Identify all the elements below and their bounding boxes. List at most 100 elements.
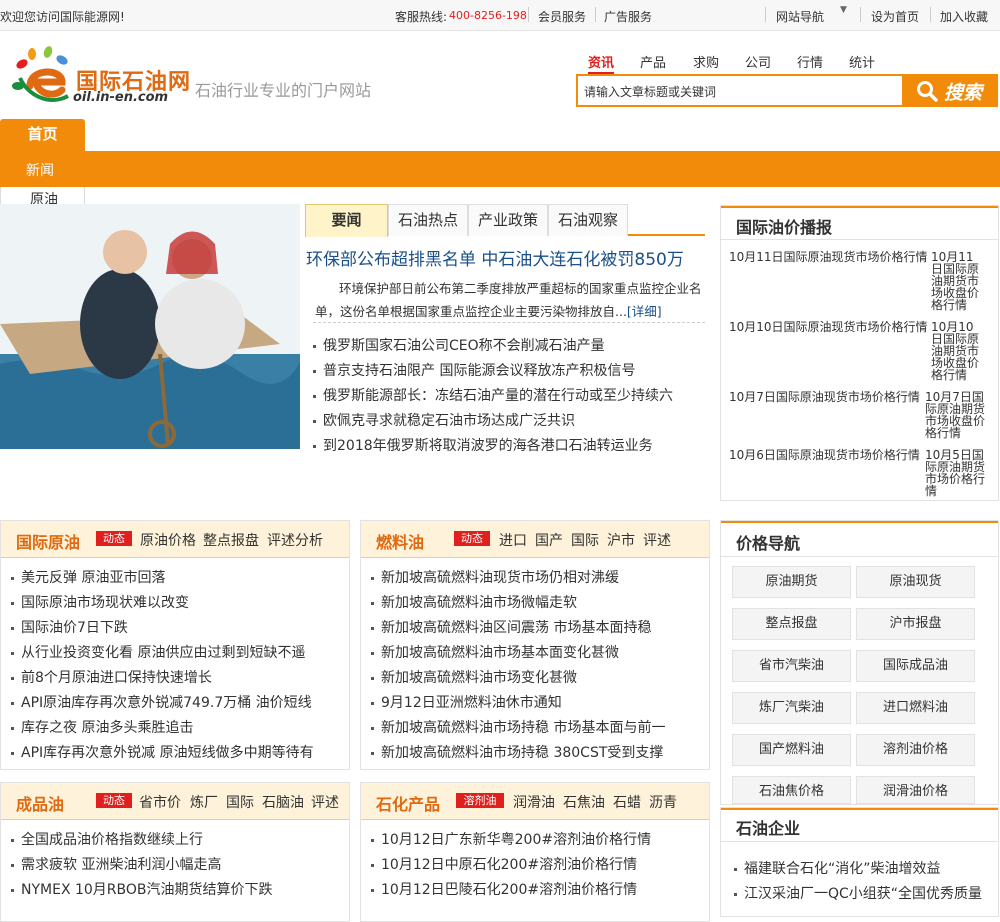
headline-title[interactable]: 环保部公布超排黑名单 中石油大连石化被罚850万 [306, 245, 684, 270]
fuel-item[interactable]: 新加坡高硫燃料油市场微幅走软 [371, 592, 577, 612]
fuel-item[interactable]: 新加坡高硫燃料油现货市场仍相对沸缓 [371, 567, 619, 587]
crude-link-review[interactable]: 评述分析 [267, 530, 323, 550]
search-tab-market[interactable]: 行情 [797, 52, 823, 71]
search-tab-news[interactable]: 资讯 [588, 52, 615, 74]
fuel-item[interactable]: 新加坡高硫燃料油市场变化甚微 [371, 667, 577, 687]
refined-title[interactable]: 成品油 [16, 791, 64, 815]
petrochem-item[interactable]: 10月12日广东新华粤200#溶剂油价格行情 [371, 829, 651, 849]
oil-price-left-2[interactable]: 10月7日国际原油现货市场价格行情 [729, 391, 929, 403]
refined-link-refinery[interactable]: 炼厂 [190, 792, 218, 812]
crude-link-price[interactable]: 原油价格 [140, 530, 196, 550]
fuel-link-import[interactable]: 进口 [499, 530, 527, 550]
nav-tab-home[interactable]: 首页 [0, 119, 85, 152]
price-btn-hourly[interactable]: 整点报盘 [732, 608, 851, 640]
tab-observe[interactable]: 石油观察 [548, 204, 628, 236]
headline-item[interactable]: 欧佩克寻求就稳定石油市场达成广泛共识 [313, 410, 575, 430]
crude-item[interactable]: 从行业投资变化看 原油供应由过剩到短缺不遥 [11, 642, 305, 662]
company-item[interactable]: 江汉采油厂一QC小组获“全国优秀质量 [734, 883, 996, 903]
chevron-down-icon[interactable]: ▼ [840, 5, 847, 15]
crude-link-quote[interactable]: 整点报盘 [203, 530, 259, 550]
petrochem-link-tar[interactable]: 石焦油 [563, 792, 605, 812]
fuel-item[interactable]: 新加坡高硫燃料油区间震荡 市场基本面持稳 [371, 617, 651, 637]
member-service-link[interactable]: 会员服务 [538, 8, 586, 25]
oil-price-left-1[interactable]: 10月10日国际原油现货市场价格行情 [729, 321, 929, 333]
search-input[interactable]: 请输入文章标题或关键词 [576, 74, 904, 107]
crude-item-text: 从行业投资变化看 原油供应由过剩到短缺不遥 [21, 645, 306, 661]
company-item[interactable]: 福建联合石化“消化”柴油增效益 [734, 858, 941, 878]
crude-item[interactable]: 库存之夜 原油多头乘胜追击 [11, 717, 193, 737]
price-btn-domestic-fuel[interactable]: 国产燃料油 [732, 734, 851, 766]
fuel-link-domestic[interactable]: 国产 [535, 530, 563, 550]
price-btn-crude-futures[interactable]: 原油期货 [732, 566, 851, 598]
site-nav-link[interactable]: 网站导航 [776, 8, 824, 25]
oil-price-right-2[interactable]: 10月7日国际原油期货市场收盘价格行情 [925, 391, 989, 439]
crude-item[interactable]: 国际油价7日下跌 [11, 617, 128, 637]
price-btn-lubricant[interactable]: 润滑油价格 [856, 776, 975, 804]
read-more-link[interactable]: [详细] [627, 304, 662, 319]
headline-item[interactable]: 普京支持石油限产 国际能源会议释放冻产积极信号 [313, 360, 635, 380]
crude-title[interactable]: 国际原油 [16, 529, 80, 553]
refined-link-province[interactable]: 省市价 [139, 792, 181, 812]
petrochem-link-wax[interactable]: 石蜡 [613, 792, 641, 812]
price-btn-import-fuel[interactable]: 进口燃料油 [856, 692, 975, 724]
fuel-link-sh[interactable]: 沪市 [607, 530, 635, 550]
petrochem-item[interactable]: 10月12日巴陵石化200#溶剂油价格行情 [371, 879, 637, 899]
fuel-link-intl[interactable]: 国际 [571, 530, 599, 550]
oil-price-right-3[interactable]: 10月5日国际原油期货市场价格行情 [925, 449, 989, 497]
oil-price-right-0[interactable]: 10月11日国际原油期货市场收盘价格行情 [931, 251, 985, 311]
oil-price-left-0[interactable]: 10月11日国际原油现货市场价格行情 [729, 251, 929, 263]
fuel-item[interactable]: 新加坡高硫燃料油市场基本面变化甚微 [371, 642, 619, 662]
search-tab-purchase[interactable]: 求购 [693, 52, 719, 71]
petrochem-link-asphalt[interactable]: 沥青 [649, 792, 677, 812]
oil-price-right-1[interactable]: 10月10日国际原油期货市场收盘价格行情 [931, 321, 985, 381]
fuel-item-text: 9月12日亚洲燃料油休市通知 [381, 695, 562, 711]
refined-link-naphtha[interactable]: 石脑油 [262, 792, 304, 812]
fuel-item[interactable]: 9月12日亚洲燃料油休市通知 [371, 692, 562, 712]
headline-item[interactable]: 俄罗斯能源部长：冻结石油产量的潜在行动或至少持续六 [313, 385, 673, 405]
search-tab-company[interactable]: 公司 [745, 52, 771, 71]
tab-policy[interactable]: 产业政策 [468, 204, 548, 236]
price-nav-panel: 价格导航 原油期货 原油现货 整点报盘 沪市报盘 省市汽柴油 国际成品油 炼厂汽… [720, 520, 999, 805]
price-btn-intl-refined[interactable]: 国际成品油 [856, 650, 975, 682]
refined-item[interactable]: NYMEX 10月RBOB汽油期货结算价下跌 [11, 879, 273, 899]
headline-image[interactable] [0, 204, 300, 449]
site-slogan: 石油行业专业的门户网站 [195, 81, 372, 100]
tab-hot[interactable]: 石油热点 [388, 204, 468, 236]
refined-item[interactable]: 需求疲软 亚洲柴油利润小幅走高 [11, 854, 221, 874]
headline-item[interactable]: 到2018年俄罗斯将取消波罗的海各港口石油转运业务 [313, 435, 653, 455]
refined-link-review[interactable]: 评述 [311, 792, 339, 812]
refined-item[interactable]: 全国成品油价格指数继续上行 [11, 829, 203, 849]
ad-service-link[interactable]: 广告服务 [604, 8, 652, 25]
price-btn-coke[interactable]: 石油焦价格 [732, 776, 851, 804]
fuel-link-review[interactable]: 评述 [643, 530, 671, 550]
petrochem-link-lube[interactable]: 润滑油 [513, 792, 555, 812]
set-home-link[interactable]: 设为首页 [871, 8, 919, 25]
fuel-item[interactable]: 新加坡高硫燃料油市场持稳 市场基本面与前一 [371, 717, 701, 737]
crude-item[interactable]: 前8个月原油进口保持快速增长 [11, 667, 212, 687]
search-tab-products[interactable]: 产品 [640, 52, 666, 71]
headline-item[interactable]: 俄罗斯国家石油公司CEO称不会削减石油产量 [313, 335, 605, 355]
fuel-item[interactable]: 新加坡高硫燃料油市场持稳 380CST受到支撑 [371, 742, 701, 762]
search-tab-stats[interactable]: 统计 [849, 52, 875, 71]
price-btn-refinery-fuel[interactable]: 炼厂汽柴油 [732, 692, 851, 724]
price-btn-solvent[interactable]: 溶剂油价格 [856, 734, 975, 766]
search-button[interactable]: 搜索 [904, 74, 998, 107]
price-btn-province-fuel[interactable]: 省市汽柴油 [732, 650, 851, 682]
price-btn-crude-spot[interactable]: 原油现货 [856, 566, 975, 598]
refined-link-intl[interactable]: 国际 [226, 792, 254, 812]
crude-item[interactable]: 国际原油市场现状难以改变 [11, 592, 189, 612]
bookmark-link[interactable]: 加入收藏 [940, 8, 988, 25]
crude-item[interactable]: 美元反弹 原油亚市回落 [11, 567, 165, 587]
price-btn-shanghai[interactable]: 沪市报盘 [856, 608, 975, 640]
petrochem-title[interactable]: 石化产品 [376, 791, 440, 815]
crude-item[interactable]: API库存再次意外锐减 原油短线做多中期等待有 [11, 742, 341, 762]
crude-item-text: 国际油价7日下跌 [21, 620, 128, 636]
nav-item-news[interactable]: 新闻 [26, 160, 54, 180]
oil-price-left-3[interactable]: 10月6日国际原油现货市场价格行情 [729, 449, 929, 461]
petrochem-item[interactable]: 10月12日中原石化200#溶剂油价格行情 [371, 854, 637, 874]
crude-item[interactable]: API原油库存再次意外锐减749.7万桶 油价短线 [11, 692, 341, 712]
logo-icon[interactable] [10, 44, 74, 108]
fuel-title[interactable]: 燃料油 [376, 529, 424, 553]
tab-important[interactable]: 要闻 [305, 204, 388, 237]
company-item-text: 江汉采油厂一QC小组获“全国优秀质量 [744, 886, 983, 902]
